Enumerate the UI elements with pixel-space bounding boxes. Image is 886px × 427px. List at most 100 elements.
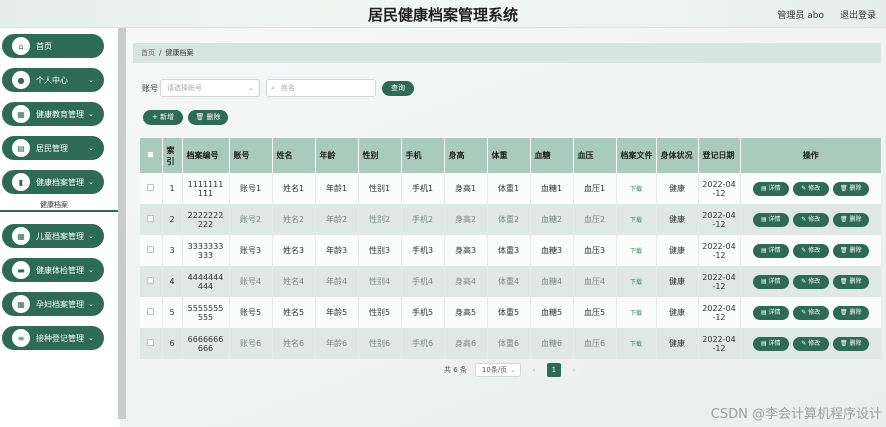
cell-file-download: 下载 (616, 204, 657, 235)
query-button[interactable]: 查询 (382, 81, 414, 96)
cell-weight: 体重1 (487, 173, 531, 204)
sidebar-item-3[interactable]: ▤ 居民管理 ⌄ (2, 136, 104, 160)
row-select-cell[interactable] (140, 266, 163, 297)
pagination-total: 共 6 条 (444, 366, 467, 374)
detail-button[interactable]: ▤ 详情 (752, 243, 789, 258)
cell-sugar: 血糖5 (530, 297, 574, 328)
detail-button[interactable]: ▤ 详情 (752, 274, 789, 289)
col-account[interactable]: 账号 (229, 138, 273, 173)
table-row[interactable]: 4 4444444444 账号4 姓名4 年龄4 性别4 手机4 身高4 体重4 血糖4 血压4 下载… (140, 266, 882, 297)
delete-button[interactable]: 🗑 删除 (832, 243, 869, 258)
download-link[interactable]: 下载 (630, 310, 642, 317)
row-select-cell[interactable] (140, 297, 163, 328)
edit-button[interactable]: ✎ 修改 (792, 212, 829, 227)
sidebar-item-1[interactable]: ● 个人中心 ⌄ (2, 68, 104, 92)
delete-button[interactable]: 🗑 删除 (832, 336, 869, 351)
row-checkbox[interactable] (147, 339, 155, 346)
download-link[interactable]: 下载 (630, 217, 642, 224)
doc-icon: ▤ (12, 139, 30, 157)
sidebar-item-0[interactable]: ⌂ 首页 (2, 34, 104, 58)
table-row[interactable]: 6 6666666666 账号6 姓名6 年龄6 性别6 手机6 身高6 体重6 血糖6 血压6 下载… (140, 328, 882, 359)
detail-button[interactable]: ▤ 详情 (752, 305, 789, 320)
delete-button[interactable]: 🗑 删除 (832, 305, 869, 320)
col-name[interactable]: 姓名 (272, 138, 316, 173)
edit-button[interactable]: ✎ 修改 (792, 181, 829, 196)
detail-button[interactable]: ▤ 详情 (752, 181, 789, 196)
pagination: 共 6 条 10条/页 ⌄ ‹ 1 › (444, 363, 581, 377)
sidebar: ⌂ 首页 ● 个人中心 ⌄ ▦ 健康教育管理 ⌄ ▤ 居民管理 ⌄ ▮ 健康档案管理 ⌄ ▦ 儿童档案管理 ⌄ ▬… (0, 28, 120, 427)
row-checkbox[interactable] (147, 246, 155, 253)
cell-name: 姓名2 (272, 204, 316, 235)
table-row[interactable]: 1 1111111111 账号1 姓名1 年龄1 性别1 手机1 身高1 体重1 血糖1 血压1 下载… (140, 173, 882, 204)
logout-link[interactable]: 退出登录 (840, 8, 876, 21)
next-page-button[interactable]: › (566, 363, 581, 377)
sidebar-subitem-health-records[interactable]: 健康档案 (0, 198, 118, 212)
add-button[interactable]: + 新增 (143, 110, 183, 125)
edit-button[interactable]: ✎ 修改 (792, 243, 829, 258)
col-date[interactable]: 登记日期 (698, 138, 741, 173)
cell-gender: 性别6 (358, 328, 402, 359)
cell-height: 身高3 (444, 235, 488, 266)
delete-button[interactable]: 🗑 删除 (832, 212, 869, 227)
delete-button[interactable]: 🗑 删除 (832, 181, 869, 196)
download-link[interactable]: 下载 (630, 186, 642, 193)
cell-account: 账号3 (229, 235, 273, 266)
sidebar-item-4[interactable]: ▮ 健康档案管理 ⌄ (2, 170, 104, 194)
edit-button[interactable]: ✎ 修改 (792, 274, 829, 289)
sidebar-item-7[interactable]: ▦ 孕妇档案管理 ⌄ (2, 292, 104, 316)
sidebar-item-2[interactable]: ▦ 健康教育管理 ⌄ (2, 102, 104, 126)
download-link[interactable]: 下载 (630, 279, 642, 286)
breadcrumb-home[interactable]: 首页 (141, 49, 155, 57)
cell-file-download: 下载 (616, 297, 657, 328)
col-age[interactable]: 年龄 (315, 138, 359, 173)
page-1-button[interactable]: 1 (546, 363, 561, 377)
cell-file-no: 2222222222 (182, 204, 230, 235)
select-all-checkbox[interactable] (147, 151, 155, 158)
detail-button[interactable]: ▤ 详情 (752, 212, 789, 227)
table-row[interactable]: 3 3333333333 账号3 姓名3 年龄3 性别3 手机3 身高3 体重3 血糖3 血压3 下载… (140, 235, 882, 266)
table-row[interactable]: 5 5555555555 账号5 姓名5 年龄5 性别5 手机5 身高5 体重5 血糖5 血压5 下载… (140, 297, 882, 328)
select-all-cell[interactable] (140, 138, 163, 173)
cell-date: 2022-04-12 (698, 266, 741, 297)
download-link[interactable]: 下载 (630, 248, 642, 255)
name-search-input[interactable]: ⌕ 姓名 (266, 79, 376, 97)
row-select-cell[interactable] (140, 173, 163, 204)
download-link[interactable]: 下载 (630, 341, 642, 348)
batch-delete-button[interactable]: 🗑 删除 (188, 110, 228, 125)
row-checkbox[interactable] (147, 308, 155, 315)
list-icon: ≡ (12, 329, 30, 347)
table-header-row: 索引 档案编号 账号 姓名 年龄 性别 手机 身高 体重 血糖 血压 档案文件 … (140, 138, 882, 173)
edit-button[interactable]: ✎ 修改 (792, 336, 829, 351)
table-row[interactable]: 2 2222222222 账号2 姓名2 年龄2 性别2 手机2 身高2 体重2 血糖2 血压2 下载… (140, 204, 882, 235)
col-file[interactable]: 档案文件 (616, 138, 657, 173)
row-select-cell[interactable] (140, 235, 163, 266)
row-checkbox[interactable] (147, 277, 155, 284)
col-gender[interactable]: 性别 (358, 138, 402, 173)
cell-pressure: 血压4 (573, 266, 617, 297)
sidebar-item-6[interactable]: ▬ 健康体检管理 ⌄ (2, 258, 104, 282)
sidebar-item-8[interactable]: ≡ 接种登记管理 ⌄ (2, 326, 104, 350)
col-height[interactable]: 身高 (444, 138, 488, 173)
row-select-cell[interactable] (140, 204, 163, 235)
col-pressure[interactable]: 血压 (573, 138, 617, 173)
col-index[interactable]: 索引 (162, 138, 183, 173)
records-table: 索引 档案编号 账号 姓名 年龄 性别 手机 身高 体重 血糖 血压 档案文件 … (140, 138, 882, 359)
row-checkbox[interactable] (147, 215, 155, 222)
row-checkbox[interactable] (147, 184, 155, 191)
col-health[interactable]: 身体状况 (656, 138, 699, 173)
account-select[interactable]: 请选择账号 ⌄ (160, 79, 260, 97)
detail-button[interactable]: ▤ 详情 (752, 336, 789, 351)
col-file-no[interactable]: 档案编号 (182, 138, 230, 173)
cell-account: 账号4 (229, 266, 273, 297)
cell-health: 健康 (656, 266, 699, 297)
edit-button[interactable]: ✎ 修改 (792, 305, 829, 320)
prev-page-button[interactable]: ‹ (526, 363, 541, 377)
page-size-select[interactable]: 10条/页 ⌄ (474, 363, 521, 377)
row-select-cell[interactable] (140, 328, 163, 359)
col-phone[interactable]: 手机 (401, 138, 445, 173)
sidebar-item-5[interactable]: ▦ 儿童档案管理 ⌄ (2, 224, 104, 248)
delete-button[interactable]: 🗑 删除 (832, 274, 869, 289)
sidebar-scrollbar[interactable] (118, 28, 126, 419)
col-weight[interactable]: 体重 (487, 138, 531, 173)
col-sugar[interactable]: 血糖 (530, 138, 574, 173)
